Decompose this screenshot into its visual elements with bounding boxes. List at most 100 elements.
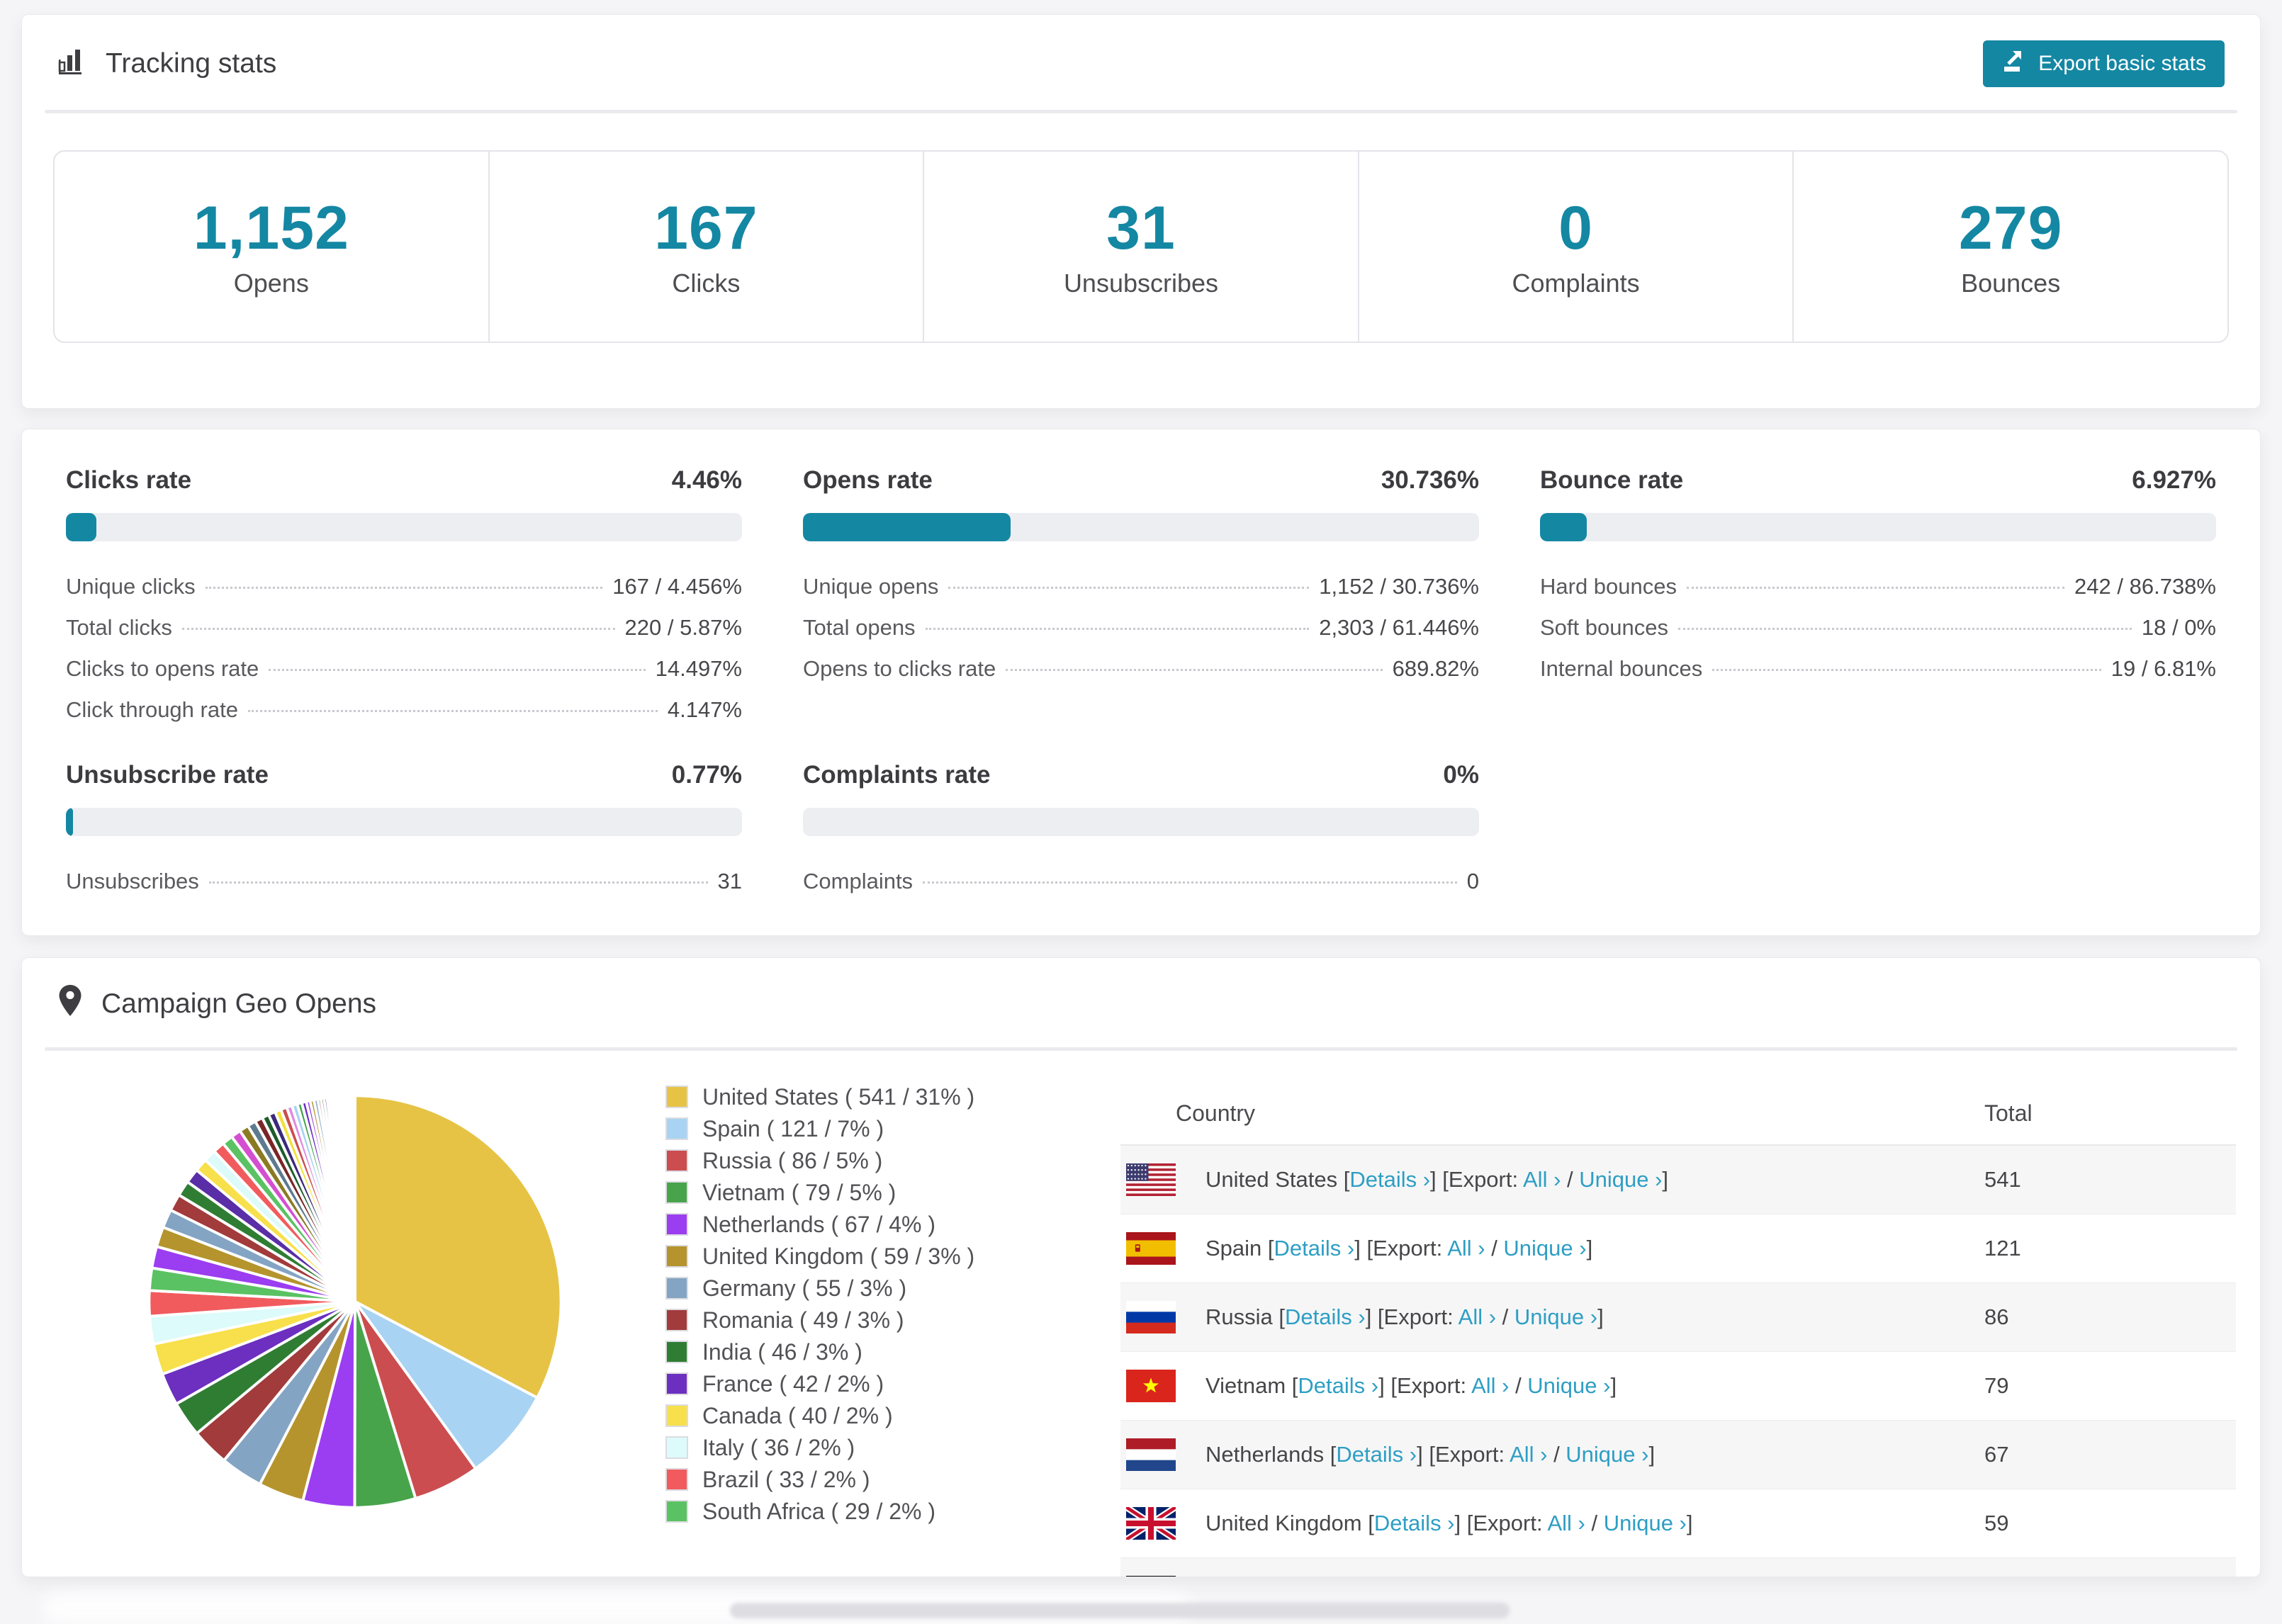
dotted-leader: [205, 587, 603, 589]
legend-label: United Kingdom ( 59 / 3% ): [702, 1244, 975, 1269]
rate-head-complaints-rate: Complaints rate 0%: [803, 761, 1479, 789]
country-column-header: Country: [1176, 1100, 1256, 1126]
export-unique-link[interactable]: Unique ›: [1514, 1304, 1597, 1329]
rate-row-value: 4.147%: [667, 697, 742, 722]
rate-title: Opens rate: [803, 466, 933, 494]
bracket: ]: [1686, 1511, 1693, 1535]
legend-swatch: [665, 1086, 688, 1108]
legend-item-canada[interactable]: Canada ( 40 / 2% ): [665, 1404, 1064, 1428]
rate-title: Clicks rate: [66, 466, 192, 494]
rate-block-clicks-rate: Clicks rate 4.46% Unique clicks 167 / 4.456…: [66, 466, 742, 723]
rate-row-value: 2,303 / 61.446%: [1319, 615, 1479, 640]
legend-item-romania[interactable]: Romania ( 49 / 3% ): [665, 1308, 1064, 1332]
bracket: [: [1267, 1236, 1274, 1261]
rate-progress-fill: [803, 513, 1011, 541]
bar-chart-icon: [57, 45, 87, 82]
rate-row-value: 1,152 / 30.736%: [1319, 574, 1479, 599]
summary-value-unsubscribes: 31: [1106, 194, 1176, 262]
summary-cell-opens: 1,152 Opens: [55, 152, 490, 342]
summary-strip: 1,152 Opens 167 Clicks 31 Unsubscribes 0 Compla…: [53, 150, 2229, 343]
export-label: Export:: [1396, 1373, 1472, 1398]
details-link[interactable]: Details ›: [1285, 1304, 1366, 1329]
legend-label: Romania ( 49 / 3% ): [702, 1307, 904, 1333]
summary-cell-bounces: 279 Bounces: [1794, 152, 2227, 342]
legend-label: United States ( 541 / 31% ): [702, 1084, 975, 1110]
rate-progress-fill: [1540, 513, 1587, 541]
rate-row-hard-bounces: Hard bounces 242 / 86.738%: [1540, 574, 2216, 599]
legend-item-india[interactable]: India ( 46 / 3% ): [665, 1340, 1064, 1364]
geo-opens-card: Campaign Geo Opens United States ( 541 /…: [21, 957, 2261, 1577]
rate-rows: Hard bounces 242 / 86.738% Soft bounces 18 …: [1540, 574, 2216, 682]
legend-item-netherlands[interactable]: Netherlands ( 67 / 4% ): [665, 1212, 1064, 1236]
separator: /: [1585, 1511, 1604, 1535]
export-all-link[interactable]: All ›: [1458, 1304, 1496, 1329]
legend-label: Canada ( 40 / 2% ): [702, 1403, 893, 1428]
rate-row-value: 689.82%: [1392, 656, 1479, 681]
details-link[interactable]: Details ›: [1298, 1373, 1378, 1398]
export-all-link[interactable]: All ›: [1547, 1511, 1585, 1535]
legend-item-brazil[interactable]: Brazil ( 33 / 2% ): [665, 1467, 1064, 1492]
pie-slice-other[interactable]: [352, 1094, 356, 1302]
rate-value: 30.736%: [1381, 466, 1479, 494]
rate-head-opens-rate: Opens rate 30.736%: [803, 466, 1479, 495]
dotted-leader: [269, 669, 646, 671]
export-label: Export:: [1448, 1167, 1523, 1192]
export-unique-link[interactable]: Unique ›: [1527, 1373, 1610, 1398]
export-all-link[interactable]: All ›: [1447, 1236, 1485, 1261]
rate-row-label: Opens to clicks rate: [803, 656, 996, 681]
legend-swatch: [665, 1277, 688, 1299]
details-link[interactable]: Details ›: [1274, 1236, 1355, 1261]
export-button-label: Export basic stats: [2038, 52, 2206, 75]
export-unique-link[interactable]: Unique ›: [1566, 1442, 1648, 1467]
horizontal-scrollbar-thumb[interactable]: [730, 1603, 1510, 1618]
export-all-link[interactable]: All ›: [1510, 1442, 1547, 1467]
legend-item-russia[interactable]: Russia ( 86 / 5% ): [665, 1149, 1064, 1173]
legend-item-united-kingdom[interactable]: United Kingdom ( 59 / 3% ): [665, 1244, 1064, 1268]
rate-row-value: 242 / 86.738%: [2074, 574, 2216, 599]
legend-label: India ( 46 / 3% ): [702, 1339, 862, 1365]
bracket: ] [: [1430, 1167, 1449, 1192]
legend-label: Russia ( 86 / 5% ): [702, 1148, 883, 1173]
summary-value-complaints: 0: [1558, 194, 1593, 262]
country-links: United States [Details ›] [Export: All ›…: [1205, 1167, 1668, 1192]
legend-item-france[interactable]: France ( 42 / 2% ): [665, 1372, 1064, 1396]
rate-block-unsubscribe-rate: Unsubscribe rate 0.77% Unsubscribes 31: [66, 761, 742, 894]
bracket: ] [: [1365, 1304, 1384, 1329]
geo-table-row-united-kingdom: United Kingdom [Details ›] [Export: All …: [1120, 1489, 2236, 1558]
summary-value-opens: 1,152: [193, 194, 349, 262]
rate-progress-bar: [1540, 513, 2216, 541]
rate-row-label: Soft bounces: [1540, 615, 1668, 640]
rate-head-bounce-rate: Bounce rate 6.927%: [1540, 466, 2216, 495]
export-basic-stats-button[interactable]: Export basic stats: [1983, 40, 2225, 87]
details-link[interactable]: Details ›: [1374, 1511, 1455, 1535]
legend-item-vietnam[interactable]: Vietnam ( 79 / 5% ): [665, 1180, 1064, 1205]
rate-row-label: Clicks to opens rate: [66, 656, 259, 681]
legend-item-italy[interactable]: Italy ( 36 / 2% ): [665, 1436, 1064, 1460]
separator: /: [1547, 1442, 1566, 1467]
rate-progress-bar: [803, 808, 1479, 836]
rate-row-label: Unsubscribes: [66, 869, 199, 893]
separator: /: [1561, 1167, 1580, 1192]
legend-item-united-states[interactable]: United States ( 541 / 31% ): [665, 1085, 1064, 1109]
country-name: Netherlands: [1205, 1442, 1330, 1467]
legend-swatch: [665, 1500, 688, 1523]
country-total: 79: [1984, 1373, 2009, 1398]
export-unique-link[interactable]: Unique ›: [1579, 1167, 1662, 1192]
details-link[interactable]: Details ›: [1336, 1442, 1417, 1467]
export-all-link[interactable]: All ›: [1471, 1373, 1509, 1398]
geo-header: Campaign Geo Opens: [22, 958, 2260, 1047]
rate-value: 6.927%: [2132, 466, 2216, 494]
geo-table-row-russia: Russia [Details ›] [Export: All › / Uniq…: [1120, 1283, 2236, 1352]
geo-pie-chart[interactable]: [135, 1082, 575, 1521]
legend-item-germany[interactable]: Germany ( 55 / 3% ): [665, 1276, 1064, 1300]
details-link[interactable]: Details ›: [1349, 1167, 1430, 1192]
export-all-link[interactable]: All ›: [1523, 1167, 1561, 1192]
legend-item-spain[interactable]: Spain ( 121 / 7% ): [665, 1117, 1064, 1141]
export-unique-link[interactable]: Unique ›: [1604, 1511, 1687, 1535]
rate-rows: Unsubscribes 31: [66, 869, 742, 894]
total-column-header: Total: [1984, 1100, 2033, 1126]
export-unique-link[interactable]: Unique ›: [1503, 1236, 1586, 1261]
separator: /: [1509, 1373, 1528, 1398]
legend-item-south-africa[interactable]: South Africa ( 29 / 2% ): [665, 1499, 1064, 1523]
geo-table-row-spain: Spain [Details ›] [Export: All › / Uniqu…: [1120, 1214, 2236, 1283]
